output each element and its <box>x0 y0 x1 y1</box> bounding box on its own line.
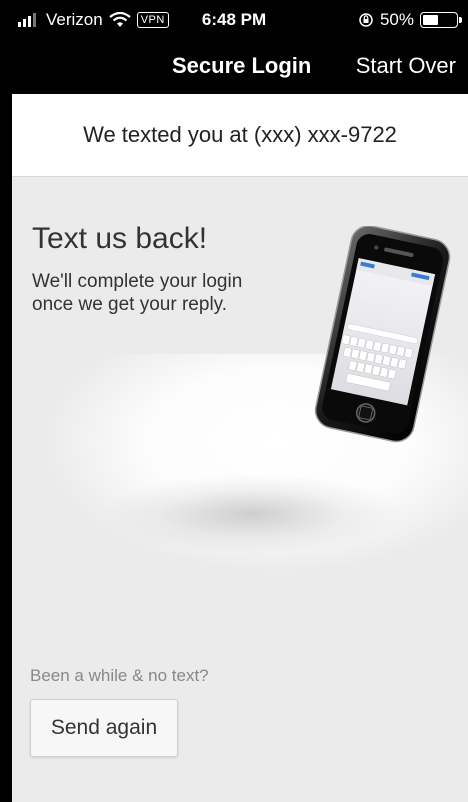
nav-bar: Secure Login Start Over <box>0 40 468 94</box>
start-over-button[interactable]: Start Over <box>356 53 456 79</box>
headline: Text us back! <box>32 222 208 255</box>
signal-strength-icon <box>18 13 36 27</box>
vpn-badge: VPN <box>136 12 169 28</box>
phone-illustration <box>314 226 451 443</box>
battery-percent: 50% <box>379 10 414 29</box>
battery-icon <box>420 12 462 28</box>
send-again-button[interactable]: Send again <box>30 699 178 757</box>
description: We'll complete your login once we get yo… <box>32 271 243 315</box>
battery-fill <box>423 15 438 25</box>
phone-shadow <box>102 474 402 554</box>
content-area: We texted you at (xxx) xxx-9722 Text us … <box>12 94 468 802</box>
status-bar: Verizon VPN 6:48 PM 50% <box>0 0 468 40</box>
no-text-hint: Been a while & no text? <box>30 666 209 685</box>
status-left: Verizon VPN <box>18 10 169 30</box>
status-right: 50% <box>358 10 462 30</box>
orientation-lock-icon <box>359 13 373 27</box>
nav-title: Secure Login <box>172 53 312 78</box>
texted-banner: We texted you at (xxx) xxx-9722 <box>12 94 468 177</box>
wifi-icon <box>109 12 131 27</box>
carrier-name: Verizon <box>46 10 103 29</box>
